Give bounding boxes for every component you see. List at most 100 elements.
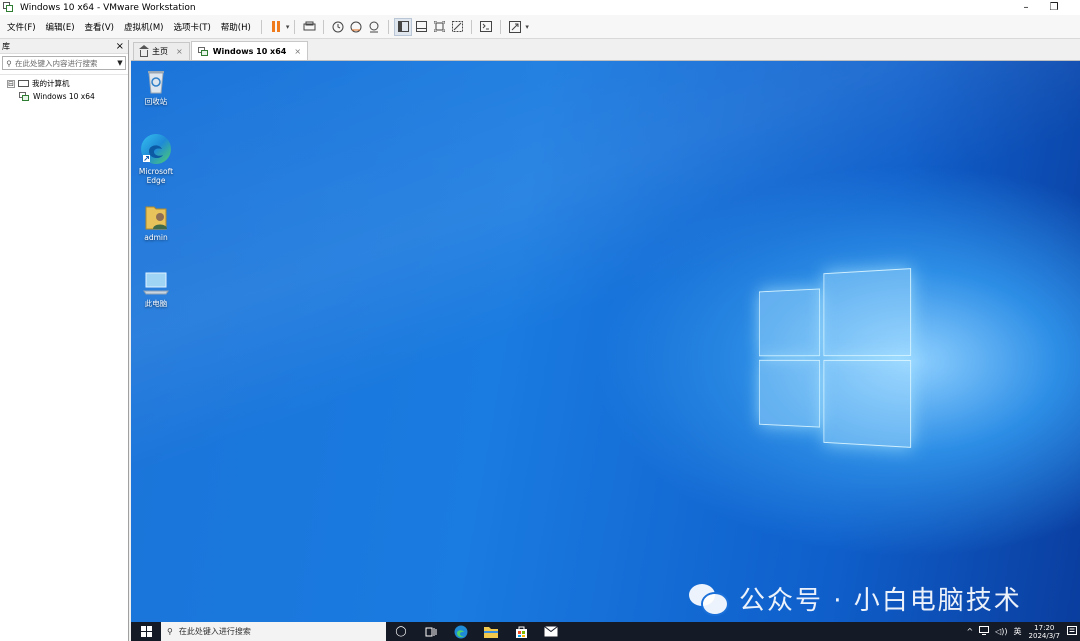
menu-help[interactable]: 帮助(H) [216, 21, 256, 33]
start-button[interactable] [131, 622, 161, 641]
thumbnail-bar-button[interactable] [412, 18, 430, 36]
desktop-icon-label: admin [144, 233, 168, 242]
network-icon[interactable] [979, 626, 990, 637]
desktop-icon-edge[interactable]: Microsoft Edge [131, 133, 181, 185]
taskbar-search-placeholder: 在此处键入进行搜索 [178, 627, 251, 636]
volume-icon[interactable]: ◁)) [995, 627, 1007, 636]
snapshot-button[interactable] [329, 18, 347, 36]
notification-center-icon[interactable] [1067, 625, 1077, 638]
wechat-icon [689, 582, 729, 614]
show-hidden-icons-chevron-icon[interactable]: ^ [966, 627, 973, 636]
cortana-button[interactable]: ◯ [386, 622, 416, 641]
taskbar-search-box[interactable]: ⚲ 在此处键入进行搜索 [161, 622, 386, 641]
edge-icon [454, 625, 468, 638]
watermark-text: 公众号 · 小白电脑技术 [739, 585, 1022, 616]
home-icon [139, 44, 149, 57]
title-bar: Windows 10 x64 - VMware Workstation – ❐ [0, 0, 1080, 15]
stretch-icon [509, 20, 522, 33]
taskbar-file-explorer-button[interactable] [476, 622, 506, 641]
terminal-icon [480, 21, 493, 32]
edge-icon [140, 133, 172, 165]
tab-windows-10-x64[interactable]: Windows 10 x64 × [190, 41, 309, 60]
tree-item-label: 我的计算机 [32, 79, 70, 88]
system-tray: ^ ◁)) 英 17:20 2024/3/7 [963, 622, 1080, 641]
desktop-icon-recycle-bin[interactable]: 回收站 [131, 67, 181, 106]
desktop-icon-label: 此电脑 [144, 299, 168, 308]
library-search-placeholder: 在此处键入内容进行搜索 [15, 58, 98, 68]
close-tab-icon[interactable]: × [294, 47, 301, 56]
restore-button[interactable]: ❐ [1040, 0, 1068, 15]
revert-snapshot-icon [350, 21, 362, 32]
tab-home[interactable]: 主页 × [133, 42, 190, 60]
library-tree: ⊟ 我的计算机 Windows 10 x64 [0, 74, 128, 103]
this-pc-icon [142, 269, 170, 297]
vmware-app-icon [3, 2, 14, 13]
toolbar-separator [388, 19, 390, 34]
minimize-button[interactable]: – [1012, 0, 1040, 15]
clock-time: 17:20 [1034, 623, 1055, 632]
toolbar-separator [260, 19, 262, 34]
window-title: Windows 10 x64 - VMware Workstation [20, 2, 196, 13]
cortana-circle-icon: ◯ [395, 626, 407, 637]
unity-icon [451, 21, 463, 32]
tree-item-my-computer[interactable]: ⊟ 我的计算机 [0, 77, 128, 90]
unity-button[interactable] [448, 18, 466, 36]
taskbar-store-button[interactable] [506, 622, 536, 641]
task-view-icon [425, 627, 437, 636]
tab-label: 主页 [152, 47, 168, 56]
tab-bar: 主页 × Windows 10 x64 × [131, 40, 1080, 61]
full-screen-button[interactable] [430, 18, 448, 36]
keyboard-icon [303, 21, 316, 31]
pause-icon [271, 21, 280, 32]
taskbar-edge-button[interactable] [446, 622, 476, 641]
menu-file[interactable]: 文件(F) [2, 21, 41, 33]
desktop-icon-admin[interactable]: admin [131, 203, 181, 242]
library-view-icon [397, 21, 409, 32]
console-view-button[interactable] [477, 18, 495, 36]
recycle-bin-icon [142, 67, 170, 95]
tree-item-windows-10-x64[interactable]: Windows 10 x64 [0, 90, 128, 103]
pause-dropdown-icon[interactable]: ▾ [286, 23, 290, 31]
input-language-indicator[interactable]: 英 [1014, 626, 1022, 637]
menu-tabs[interactable]: 选项卡(T) [168, 21, 215, 33]
clock-icon [332, 21, 344, 32]
clock-date: 2024/3/7 [1028, 631, 1060, 640]
desktop-icon-this-pc[interactable]: 此电脑 [131, 269, 181, 308]
pause-button[interactable] [267, 18, 285, 36]
menu-toolbar: 文件(F) 编辑(E) 查看(V) 虚拟机(M) 选项卡(T) 帮助(H) ▾ … [0, 15, 1080, 39]
search-icon: ⚲ [167, 627, 173, 636]
vm-screen[interactable]: 回收站 Microsoft Edge admin 此电脑 公众号 · 小白电脑技… [131, 61, 1080, 641]
tree-item-label: Windows 10 x64 [33, 92, 95, 101]
desktop-icon-label: 回收站 [144, 97, 168, 106]
taskbar-mail-button[interactable] [536, 622, 566, 641]
stretch-guest-button[interactable] [506, 18, 524, 36]
toolbar-separator [471, 19, 473, 34]
snapshot-manager-button[interactable] [365, 18, 383, 36]
library-panel: 库 × ⚲ 在此处键入内容进行搜索 ▼ ⊟ 我的计算机 Windows 10 x… [0, 40, 129, 641]
chevron-down-icon[interactable]: ▼ [115, 59, 125, 67]
thumbnail-view-icon [415, 21, 427, 32]
menu-view[interactable]: 查看(V) [80, 21, 119, 33]
snapshot-manager-icon [369, 21, 379, 32]
search-icon: ⚲ [6, 58, 12, 68]
mail-icon [544, 626, 558, 637]
show-library-button[interactable] [394, 17, 413, 36]
library-search-input[interactable]: ⚲ 在此处键入内容进行搜索 ▼ [2, 56, 126, 70]
windows-logo-wallpaper [758, 268, 913, 449]
task-view-button[interactable] [416, 622, 446, 641]
library-close-button[interactable]: × [116, 41, 124, 52]
revert-snapshot-button[interactable] [347, 18, 365, 36]
menu-edit[interactable]: 编辑(E) [41, 21, 80, 33]
toolbar-separator [500, 19, 502, 34]
computer-icon [18, 80, 29, 87]
toolbar-separator [323, 19, 325, 34]
collapse-icon[interactable]: ⊟ [7, 79, 15, 88]
watermark: 公众号 · 小白电脑技术 [689, 578, 1022, 618]
close-tab-icon[interactable]: × [176, 47, 183, 56]
windows-start-icon [140, 626, 152, 637]
menu-vm[interactable]: 虚拟机(M) [119, 21, 168, 33]
send-ctrl-alt-del-button[interactable] [300, 18, 318, 36]
library-title: 库 [2, 42, 10, 51]
taskbar-clock[interactable]: 17:20 2024/3/7 [1029, 624, 1060, 640]
stretch-dropdown-icon[interactable]: ▾ [525, 23, 529, 31]
